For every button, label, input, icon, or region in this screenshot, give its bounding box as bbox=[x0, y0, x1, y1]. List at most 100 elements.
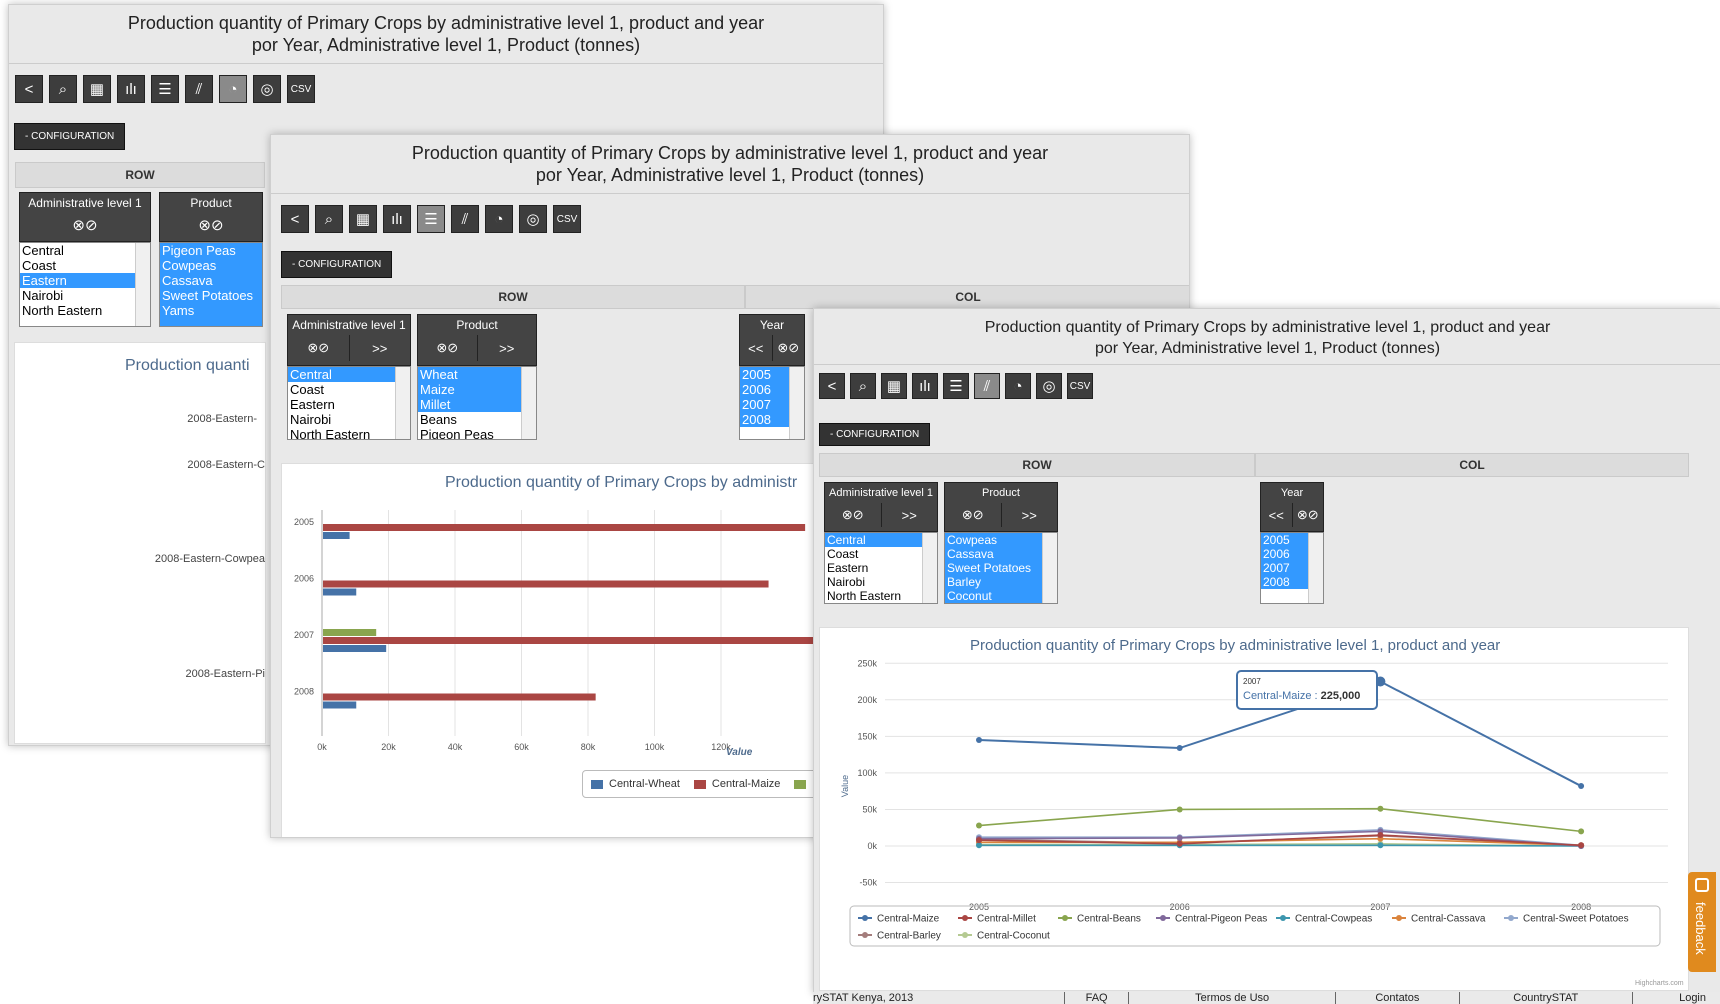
globe-icon[interactable]: ◎ bbox=[253, 75, 281, 103]
admin-list[interactable]: Central Coast Eastern Nairobi North East… bbox=[824, 532, 938, 604]
scrollbar[interactable] bbox=[1308, 533, 1323, 603]
pie-chart-icon[interactable]: ◔ bbox=[485, 205, 513, 233]
configuration-button[interactable]: - CONFIGURATION bbox=[819, 423, 931, 446]
move-left-button[interactable]: << bbox=[740, 335, 773, 361]
csv-icon[interactable]: CSV bbox=[553, 205, 581, 233]
legend-marker bbox=[1396, 915, 1402, 921]
list-item[interactable]: Cowpeas bbox=[160, 258, 262, 273]
list-item[interactable]: Pigeon Peas bbox=[160, 243, 262, 258]
clear-check-icons[interactable]: ⊗⊘ bbox=[773, 335, 805, 361]
list-item[interactable]: Cassava bbox=[160, 273, 262, 288]
year-list[interactable]: 2005 2006 2007 2008 bbox=[1260, 532, 1324, 604]
list-item[interactable]: Wheat bbox=[418, 367, 536, 382]
move-right-button[interactable]: >> bbox=[1002, 503, 1058, 527]
scrollbar[interactable] bbox=[395, 367, 410, 439]
year-list[interactable]: 2005 2006 2007 2008 bbox=[739, 366, 805, 440]
clear-check-icons[interactable]: ⊗⊘ bbox=[418, 335, 478, 361]
list-item[interactable]: Coast bbox=[288, 382, 410, 397]
list-item[interactable]: Central bbox=[825, 533, 937, 547]
feedback-tab[interactable]: feedback bbox=[1688, 872, 1716, 972]
move-right-button[interactable]: >> bbox=[478, 335, 537, 361]
list-item[interactable]: Barley bbox=[945, 575, 1057, 589]
search-icon[interactable]: ⌕ bbox=[49, 75, 77, 103]
product-list[interactable]: Wheat Maize Millet Beans Pigeon Peas bbox=[417, 366, 537, 440]
back-icon[interactable]: < bbox=[819, 373, 845, 399]
search-icon[interactable]: ⌕ bbox=[315, 205, 343, 233]
scrollbar[interactable] bbox=[789, 367, 804, 439]
list-item[interactable]: Nairobi bbox=[825, 575, 937, 589]
admin-list[interactable]: Central Coast Eastern Nairobi North East… bbox=[287, 366, 411, 440]
legend-item[interactable]: Central-Wheat bbox=[609, 778, 680, 790]
scrollbar[interactable] bbox=[922, 533, 937, 603]
list-item[interactable]: Beans bbox=[418, 412, 536, 427]
globe-icon[interactable]: ◎ bbox=[1036, 373, 1062, 399]
search-icon[interactable]: ⌕ bbox=[850, 373, 876, 399]
footer-link-faq[interactable]: FAQ bbox=[1065, 992, 1130, 1004]
footer-link-terms[interactable]: Termos de Uso bbox=[1129, 992, 1336, 1004]
legend-item: Central-Sweet Potatoes bbox=[1523, 914, 1629, 925]
list-item[interactable]: Maize bbox=[418, 382, 536, 397]
product-list[interactable]: Cowpeas Cassava Sweet Potatoes Barley Co… bbox=[944, 532, 1058, 604]
list-item[interactable]: North Eastern bbox=[825, 589, 937, 603]
back-icon[interactable]: < bbox=[281, 205, 309, 233]
scrollbar[interactable] bbox=[521, 367, 536, 439]
footer-link-countrystat[interactable]: CountrySTAT bbox=[1460, 992, 1633, 1004]
csv-icon[interactable]: CSV bbox=[287, 75, 315, 103]
list-item[interactable]: Coast bbox=[20, 258, 150, 273]
list-item[interactable]: Sweet Potatoes bbox=[160, 288, 262, 303]
clear-check-icons[interactable]: ⊗⊘ bbox=[160, 213, 262, 237]
configuration-button[interactable]: - CONFIGURATION bbox=[281, 251, 393, 278]
scrollbar[interactable] bbox=[135, 243, 150, 326]
csv-icon[interactable]: CSV bbox=[1067, 373, 1093, 399]
hbar-chart-icon[interactable]: ☰ bbox=[417, 205, 445, 233]
list-item[interactable]: Pigeon Peas bbox=[418, 427, 536, 439]
clear-check-icons[interactable]: ⊗⊘ bbox=[825, 503, 882, 527]
line-chart-icon[interactable]: ⫽ bbox=[974, 373, 1000, 399]
list-item[interactable]: Coast bbox=[825, 547, 937, 561]
table-icon[interactable]: ▦ bbox=[349, 205, 377, 233]
admin-list[interactable]: Central Coast Eastern Nairobi North East… bbox=[19, 242, 151, 327]
hbar-chart-icon[interactable]: ☰ bbox=[943, 373, 969, 399]
clear-check-icons[interactable]: ⊗⊘ bbox=[20, 213, 150, 237]
list-item[interactable]: Coconut bbox=[945, 589, 1057, 603]
globe-icon[interactable]: ◎ bbox=[519, 205, 547, 233]
bar-chart-icon[interactable]: ılı bbox=[117, 75, 145, 103]
scrollbar[interactable] bbox=[1042, 533, 1057, 603]
move-right-button[interactable]: >> bbox=[882, 503, 938, 527]
list-item[interactable]: Eastern bbox=[288, 397, 410, 412]
table-icon[interactable]: ▦ bbox=[881, 373, 907, 399]
product-list[interactable]: Pigeon Peas Cowpeas Cassava Sweet Potato… bbox=[159, 242, 263, 327]
line-chart-icon[interactable]: ⫽ bbox=[451, 205, 479, 233]
hbar-chart-icon[interactable]: ☰ bbox=[151, 75, 179, 103]
credit-link[interactable]: Highcharts.com bbox=[1635, 980, 1684, 987]
move-left-button[interactable]: << bbox=[1261, 503, 1293, 527]
list-item[interactable]: Cowpeas bbox=[945, 533, 1057, 547]
move-right-button[interactable]: >> bbox=[350, 335, 411, 361]
clear-check-icons[interactable]: ⊗⊘ bbox=[945, 503, 1002, 527]
list-item[interactable]: Central bbox=[20, 243, 150, 258]
list-item[interactable]: Nairobi bbox=[20, 288, 150, 303]
bar-chart-icon[interactable]: ılı bbox=[912, 373, 938, 399]
legend-item[interactable]: Central-Maize bbox=[712, 778, 780, 790]
clear-check-icons[interactable]: ⊗⊘ bbox=[288, 335, 350, 361]
list-item[interactable]: Central bbox=[288, 367, 410, 382]
back-icon[interactable]: < bbox=[15, 75, 43, 103]
list-item[interactable]: Eastern bbox=[825, 561, 937, 575]
pie-chart-icon[interactable]: ◔ bbox=[219, 75, 247, 103]
footer-link-contacts[interactable]: Contatos bbox=[1336, 992, 1460, 1004]
line-chart-icon[interactable]: ⫽ bbox=[185, 75, 213, 103]
list-item[interactable]: Yams bbox=[160, 303, 262, 318]
list-item[interactable]: Cassava bbox=[945, 547, 1057, 561]
configuration-button[interactable]: - CONFIGURATION bbox=[14, 123, 126, 150]
list-item[interactable]: Sweet Potatoes bbox=[945, 561, 1057, 575]
list-item[interactable]: Nairobi bbox=[288, 412, 410, 427]
list-item[interactable]: Eastern bbox=[20, 273, 150, 288]
bar-chart-icon[interactable]: ılı bbox=[383, 205, 411, 233]
clear-check-icons[interactable]: ⊗⊘ bbox=[1293, 503, 1324, 527]
footer-link-login[interactable]: Login bbox=[1633, 992, 1720, 1004]
list-item[interactable]: Millet bbox=[418, 397, 536, 412]
list-item[interactable]: North Eastern bbox=[288, 427, 410, 439]
pie-chart-icon[interactable]: ◔ bbox=[1005, 373, 1031, 399]
table-icon[interactable]: ▦ bbox=[83, 75, 111, 103]
list-item[interactable]: North Eastern bbox=[20, 303, 150, 318]
